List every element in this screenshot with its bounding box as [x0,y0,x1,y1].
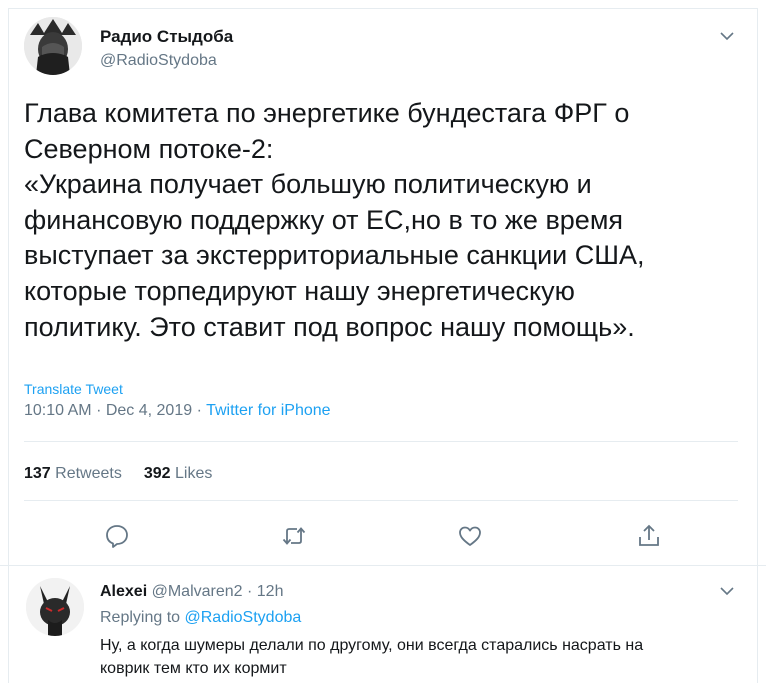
retweet-icon[interactable] [281,523,307,549]
replying-to-mention[interactable]: @RadioStydoba [185,609,302,626]
tweet-date[interactable]: Dec 4, 2019 [106,402,192,419]
tweet-meta: 10:10 AM · Dec 4, 2019 · Twitter for iPh… [24,402,331,420]
likes-count: 392 [143,465,171,482]
divider [24,500,738,501]
chevron-down-icon[interactable] [720,31,734,41]
reply-header: Alexei @Malvaren2 · 12h [100,583,283,601]
author-handle[interactable]: @RadioStydoba [100,52,217,70]
reply-text: Ну, а когда шумеры делали по другому, он… [100,634,740,680]
replying-to-label: Replying to [100,609,181,626]
reply-text-line: коврик тем кто их кормит [100,660,287,677]
meta-separator: · [247,583,253,600]
reply-time[interactable]: 12h [257,583,284,600]
retweets-count: 137 [24,465,51,482]
reply-icon[interactable] [104,523,130,549]
tweet-text-line: выступает за экстерриториальные санкции … [24,240,645,271]
translate-tweet-link[interactable]: Translate Tweet [24,381,123,397]
likes-stat[interactable]: 392 Likes [144,465,213,482]
tweet-text-line: финансовую поддержку от ЕС,но в то же вр… [24,204,624,235]
tweet-text-line: Глава комитета по энергетике бундестага … [24,98,630,128]
reply-text-line: Ну, а когда шумеры делали по другому, он… [100,637,644,654]
meta-separator: · [96,402,102,419]
tweet-source-link[interactable]: Twitter for iPhone [206,402,331,419]
chevron-down-icon[interactable] [720,586,734,596]
author-name[interactable]: Радио Стыдоба [100,27,233,47]
author-avatar[interactable] [24,17,82,75]
reply-avatar[interactable] [26,578,84,636]
likes-label: Likes [175,465,213,482]
divider [24,441,738,442]
reply-author-handle[interactable]: @Malvaren2 [152,583,243,600]
tweet-text-line: которые торпедируют нашу энергетическую [24,275,575,306]
tweet-text-line: «Украина получает большую политическую и [24,169,592,200]
retweets-stat[interactable]: 137 Retweets [24,465,122,482]
tweet-text-line: политику. Это ставит под вопрос нашу пом… [24,311,635,342]
tweet-text-line: Северном потоке-2: [24,133,274,164]
replying-to: Replying to @RadioStydoba [100,609,301,627]
reply-separator [0,565,766,566]
retweets-label: Retweets [55,465,122,482]
tweet-stats: 137 Retweets 392 Likes [24,465,212,483]
reply-author-name[interactable]: Alexei [100,583,147,600]
like-icon[interactable] [457,523,483,549]
tweet-time[interactable]: 10:10 AM [24,402,92,419]
tweet-text: Глава комитета по энергетике бундестага … [24,96,724,345]
share-icon[interactable] [636,523,662,549]
meta-separator: · [196,402,202,419]
